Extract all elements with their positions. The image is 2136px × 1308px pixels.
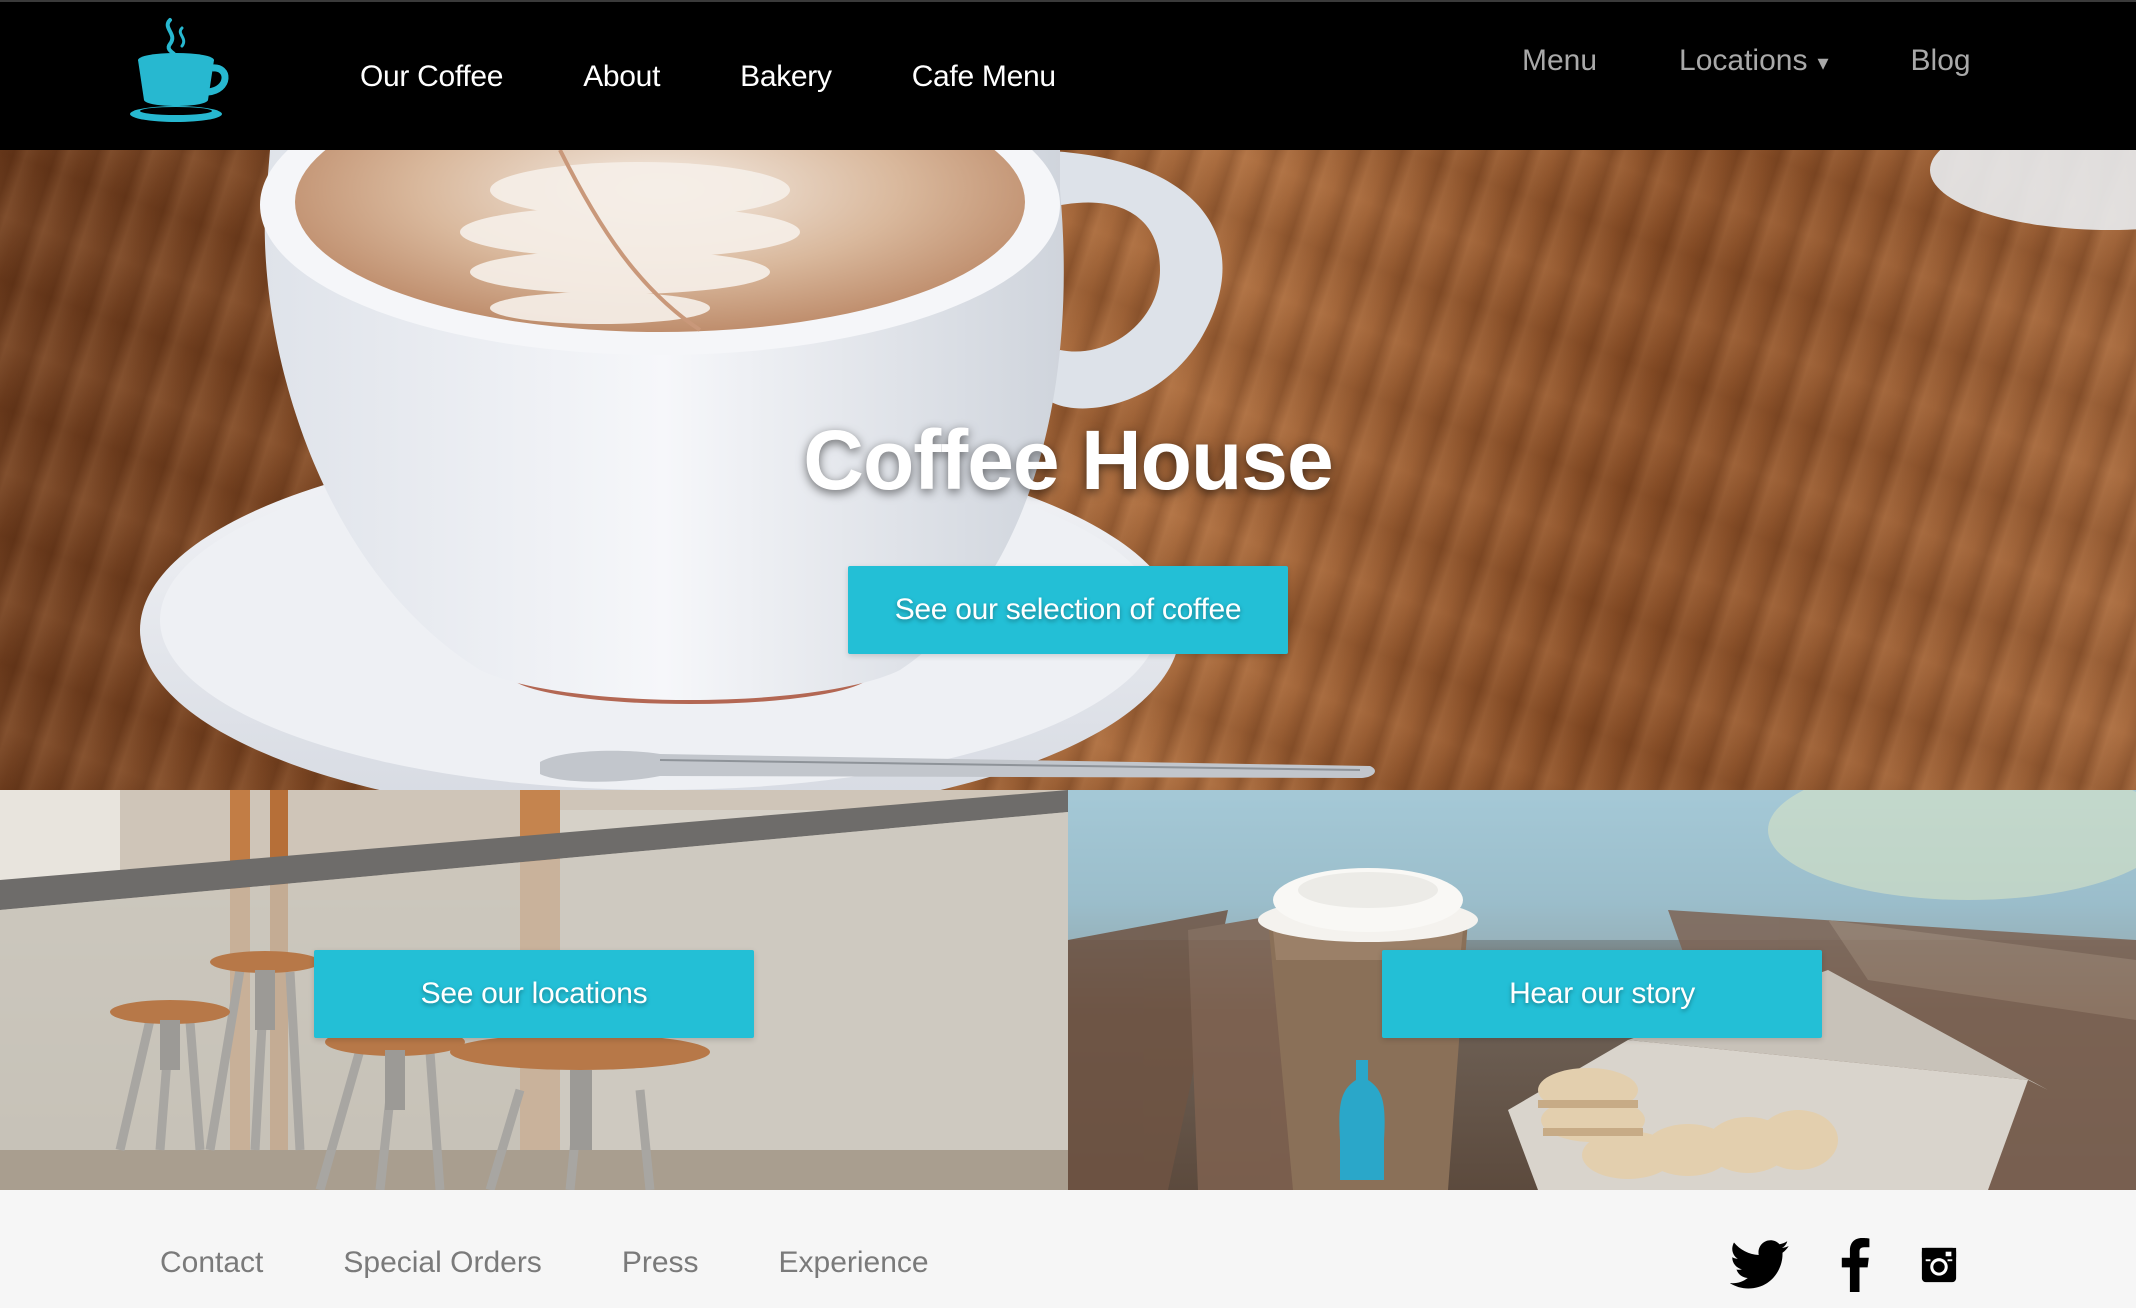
nav-our-coffee[interactable]: Our Coffee [360, 57, 504, 97]
secondary-nav: Menu Locations ▾ Blog [1522, 39, 1971, 83]
nav-menu-label: Menu [1522, 44, 1598, 77]
site-footer: Contact Special Orders Press Experience [0, 1190, 2136, 1308]
twitter-icon[interactable] [1729, 1239, 1790, 1296]
hero-title: Coffee House [803, 413, 1333, 507]
see-locations-button[interactable]: See our locations [314, 950, 754, 1038]
locations-tile: See our locations [0, 790, 1068, 1190]
facebook-icon[interactable] [1840, 1238, 1870, 1297]
nav-about[interactable]: About [583, 57, 660, 97]
hero-banner: Coffee House See our selection of coffee [0, 150, 2136, 790]
hear-our-story-button[interactable]: Hear our story [1382, 950, 1822, 1038]
nav-cafe-menu[interactable]: Cafe Menu [912, 57, 1056, 97]
site-header: Our Coffee About Bakery Cafe Menu Menu L… [0, 0, 2136, 150]
coffee-cup-icon [130, 18, 229, 122]
chevron-down-icon: ▾ [1817, 50, 1829, 75]
nav-blog-label: Blog [1910, 44, 1971, 77]
see-coffee-selection-button[interactable]: See our selection of coffee [848, 566, 1288, 654]
footer-link-special-orders[interactable]: Special Orders [343, 1244, 541, 1282]
nav-locations-dropdown[interactable]: Locations ▾ [1679, 39, 1828, 83]
story-tile: Hear our story [1068, 790, 2136, 1190]
footer-link-experience[interactable]: Experience [779, 1244, 929, 1282]
nav-menu[interactable]: Menu [1522, 39, 1597, 83]
primary-nav: Our Coffee About Bakery Cafe Menu [360, 57, 1136, 97]
footer-nav: Contact Special Orders Press Experience [160, 1244, 1009, 1282]
nav-locations-label: Locations [1679, 44, 1808, 77]
social-links [1729, 1238, 1958, 1297]
footer-link-contact[interactable]: Contact [160, 1244, 263, 1282]
footer-link-press[interactable]: Press [622, 1244, 699, 1282]
instagram-icon[interactable] [1920, 1246, 1958, 1289]
nav-blog[interactable]: Blog [1911, 39, 1971, 83]
nav-bakery[interactable]: Bakery [740, 57, 832, 97]
logo-link[interactable] [126, 16, 232, 126]
